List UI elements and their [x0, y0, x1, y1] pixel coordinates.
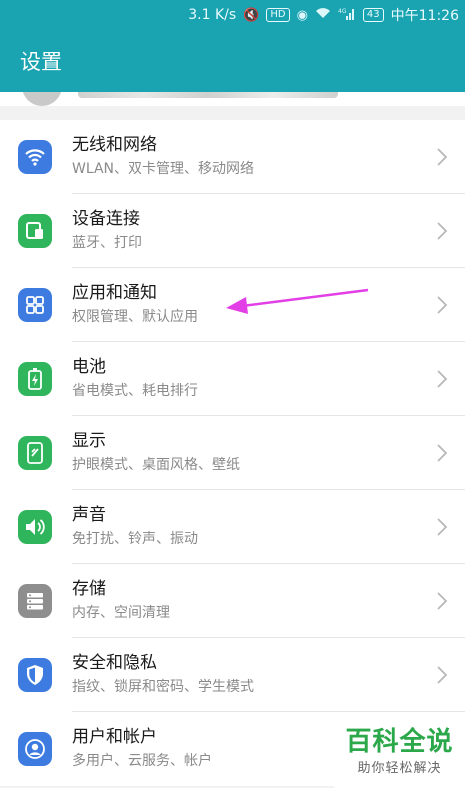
- mute-icon: 🔇: [243, 7, 260, 23]
- display-icon: [18, 436, 52, 470]
- user-icon: [18, 732, 52, 766]
- battery-icon: [18, 362, 52, 396]
- settings-item-title: 安全和隐私: [72, 653, 157, 673]
- settings-item-storage[interactable]: 存储 内存、空间清理: [0, 564, 465, 638]
- settings-item-title: 存储: [72, 579, 106, 599]
- settings-item-subtitle: 指纹、锁屏和密码、学生模式: [72, 679, 254, 695]
- settings-item-title: 电池: [72, 357, 106, 377]
- eye-icon: ◉: [296, 7, 308, 23]
- hd-badge: HD: [266, 8, 290, 22]
- device-connect-icon: [18, 214, 52, 248]
- app-header: 设置: [0, 30, 465, 92]
- chevron-right-icon: [437, 148, 448, 166]
- wifi-status-icon: [315, 7, 331, 23]
- settings-item-wireless-network[interactable]: 无线和网络 WLAN、双卡管理、移动网络: [0, 120, 465, 194]
- settings-list: 无线和网络 WLAN、双卡管理、移动网络 设备连接 蓝牙、打印 应用和通知 权限…: [0, 120, 465, 786]
- signal-icon: 4G: [338, 7, 356, 24]
- svg-text:4G: 4G: [338, 8, 347, 15]
- settings-item-title: 显示: [72, 431, 106, 451]
- status-bar: 3.1 K/s 🔇 HD ◉ 4G 43 中午11:26: [0, 0, 465, 30]
- chevron-right-icon: [437, 592, 448, 610]
- settings-item-subtitle: 免打扰、铃声、振动: [72, 531, 198, 547]
- profile-name-blurred: [78, 92, 338, 98]
- chevron-right-icon: [437, 444, 448, 462]
- chevron-right-icon: [437, 666, 448, 684]
- settings-item-sound[interactable]: 声音 免打扰、铃声、振动: [0, 490, 465, 564]
- battery-indicator: 43: [362, 8, 384, 22]
- sound-icon: [18, 510, 52, 544]
- watermark-slogan: 助你轻松解决: [357, 761, 442, 776]
- shield-icon: [18, 658, 52, 692]
- chevron-right-icon: [437, 370, 448, 388]
- settings-item-display[interactable]: 显示 护眼模式、桌面风格、壁纸: [0, 416, 465, 490]
- avatar: [22, 92, 62, 106]
- settings-item-subtitle: 护眼模式、桌面风格、壁纸: [72, 457, 240, 473]
- wifi-icon: [18, 140, 52, 174]
- settings-item-subtitle: 省电模式、耗电排行: [72, 383, 198, 399]
- page-title: 设置: [20, 50, 62, 74]
- chevron-right-icon: [437, 296, 448, 314]
- settings-item-security-privacy[interactable]: 安全和隐私 指纹、锁屏和密码、学生模式: [0, 638, 465, 712]
- annotation-arrow-icon: [226, 288, 369, 314]
- network-speed: 3.1 K/s: [188, 7, 237, 23]
- settings-item-subtitle: WLAN、双卡管理、移动网络: [72, 161, 255, 177]
- settings-item-title: 声音: [72, 505, 106, 525]
- settings-item-title: 无线和网络: [72, 135, 157, 155]
- settings-item-device-connection[interactable]: 设备连接 蓝牙、打印: [0, 194, 465, 268]
- watermark: 百科全说 助你轻松解决: [334, 724, 465, 788]
- watermark-logo-text: 百科全说: [345, 727, 454, 757]
- apps-grid-icon: [18, 288, 52, 322]
- chevron-right-icon: [437, 518, 448, 536]
- settings-item-subtitle: 蓝牙、打印: [72, 235, 142, 251]
- settings-item-battery[interactable]: 电池 省电模式、耗电排行: [0, 342, 465, 416]
- profile-row-partial[interactable]: [0, 92, 465, 106]
- settings-item-title: 设备连接: [72, 209, 140, 229]
- storage-icon: [18, 584, 52, 618]
- chevron-right-icon: [437, 222, 448, 240]
- settings-item-subtitle: 内存、空间清理: [72, 605, 170, 621]
- clock: 中午11:26: [390, 8, 459, 24]
